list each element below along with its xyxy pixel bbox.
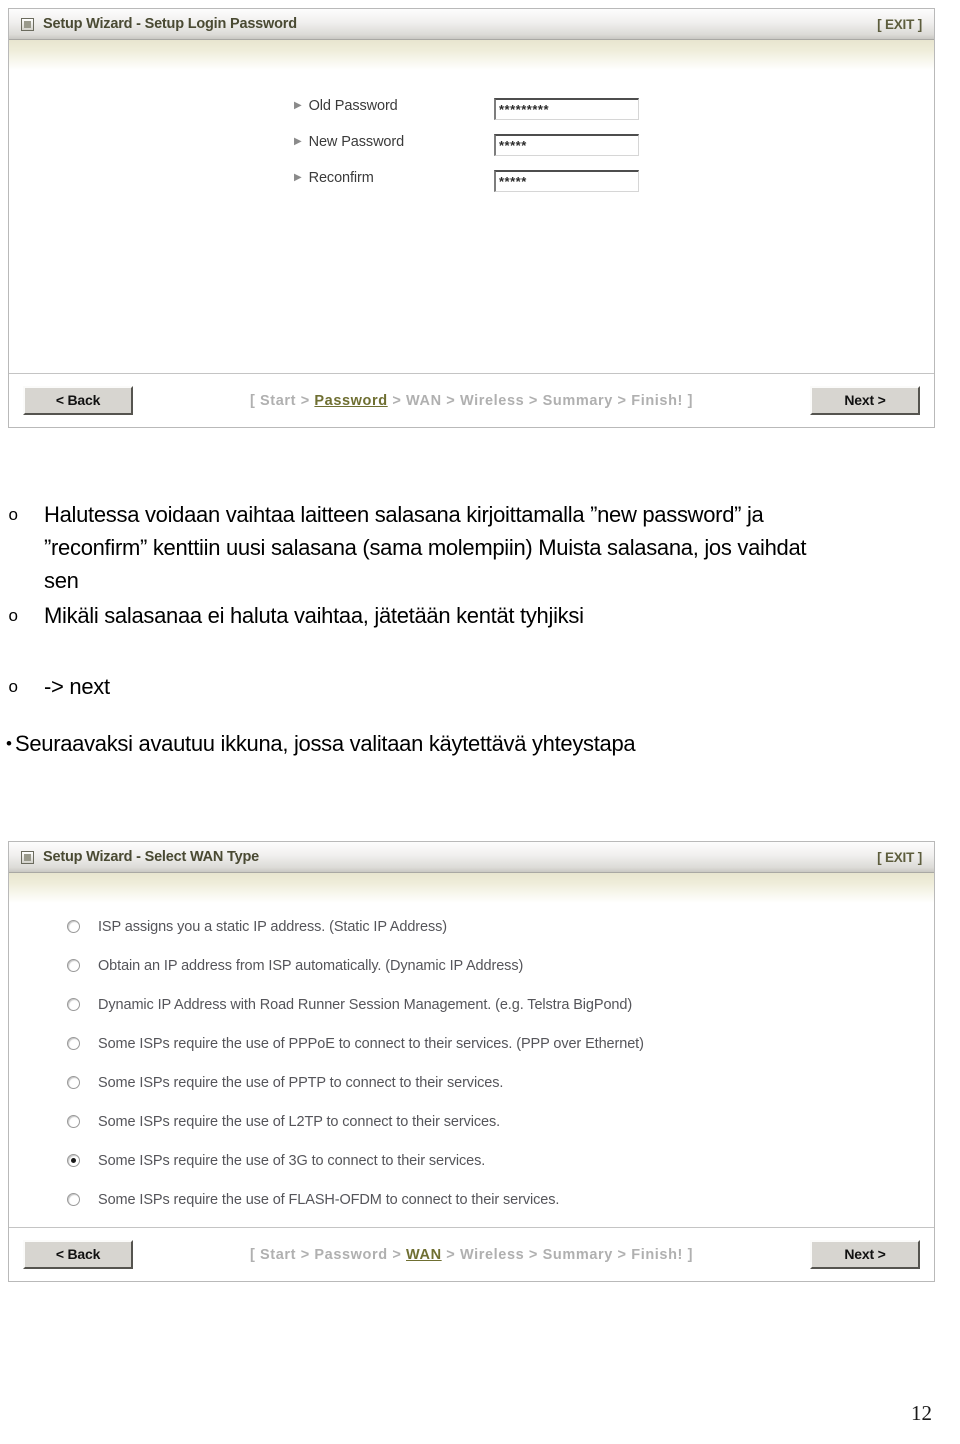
note-final: • Seuraavaksi avautuu ikkuna, jossa vali… [0, 727, 960, 760]
old-password-label: ▶ Old Password [294, 98, 494, 114]
wan-option-static-ip[interactable]: ISP assigns you a static IP address. (St… [9, 907, 934, 946]
wan-option-label: Some ISPs require the use of FLASH-OFDM … [98, 1191, 560, 1208]
wan-option-pptp[interactable]: Some ISPs require the use of PPTP to con… [9, 1063, 934, 1102]
panel-accent-band [9, 873, 934, 903]
breadcrumb: [ Start > Password > WAN > Wireless > Su… [133, 393, 810, 409]
radio-icon[interactable] [67, 1115, 80, 1128]
radio-icon[interactable] [67, 920, 80, 933]
back-button[interactable]: < Back [23, 386, 133, 415]
old-password-label-text: Old Password [308, 98, 398, 114]
breadcrumb-active-step[interactable]: Password [314, 393, 387, 409]
new-password-label: ▶ New Password [294, 134, 494, 150]
circle-bullet-icon: o [8, 677, 18, 696]
breadcrumb-active-step[interactable]: WAN [406, 1247, 442, 1263]
exit-link[interactable]: [ EXIT ] [877, 850, 922, 865]
wan-option-flash-ofdm[interactable]: Some ISPs require the use of FLASH-OFDM … [9, 1180, 934, 1219]
note-spacer [0, 634, 960, 670]
radio-icon-selected[interactable] [67, 1154, 80, 1167]
breadcrumb-suffix: > Wireless > Summary > Finish! ] [441, 1246, 694, 1263]
arrow-right-icon: ▶ [294, 172, 302, 183]
wan-option-label: ISP assigns you a static IP address. (St… [98, 918, 448, 935]
next-button[interactable]: Next > [810, 1240, 920, 1269]
reconfirm-input[interactable]: ***** [494, 170, 639, 192]
back-button[interactable]: < Back [23, 1240, 133, 1269]
password-form: ▶ Old Password ********* ▶ New Password … [9, 70, 934, 206]
panel-body: ▶ Old Password ********* ▶ New Password … [9, 70, 934, 373]
wan-option-label: Some ISPs require the use of PPTP to con… [98, 1074, 504, 1091]
radio-icon[interactable] [67, 1076, 80, 1089]
panel-title: Setup Wizard - Setup Login Password [43, 16, 297, 32]
window-box-icon [21, 17, 34, 31]
note-item: o Halutessa voidaan vaihtaa laitteen sal… [0, 498, 960, 597]
note-text: -> next [44, 674, 110, 699]
panel-body: ISP assigns you a static IP address. (St… [9, 903, 934, 1227]
note-item: o Mikäli salasanaa ei haluta vaihtaa, jä… [0, 599, 960, 632]
wan-option-label: Dynamic IP Address with Road Runner Sess… [98, 996, 633, 1013]
setup-wizard-password-panel: Setup Wizard - Setup Login Password [ EX… [8, 8, 935, 428]
circle-bullet-icon: o [8, 505, 18, 524]
note-item: o -> next [0, 670, 960, 703]
arrow-right-icon: ▶ [294, 136, 302, 147]
radio-icon[interactable] [67, 998, 80, 1011]
panel-titlebar: Setup Wizard - Setup Login Password [ EX… [9, 9, 934, 40]
wan-option-label: Obtain an IP address from ISP automatica… [98, 957, 524, 974]
radio-icon[interactable] [67, 1037, 80, 1050]
wan-type-radio-group: ISP assigns you a static IP address. (St… [9, 903, 934, 1227]
circle-bullet-icon: o [8, 606, 18, 625]
panel-title: Setup Wizard - Select WAN Type [43, 849, 259, 865]
radio-icon[interactable] [67, 1193, 80, 1206]
notes-section: o Halutessa voidaan vaihtaa laitteen sal… [0, 498, 960, 760]
note-text: Halutessa voidaan vaihtaa laitteen salas… [44, 502, 807, 593]
wan-option-dynamic-ip[interactable]: Obtain an IP address from ISP automatica… [9, 946, 934, 985]
note-text: Mikäli salasanaa ei haluta vaihtaa, jäte… [44, 603, 584, 628]
panel-footer: < Back [ Start > Password > WAN > Wirele… [9, 1227, 934, 1281]
next-button[interactable]: Next > [810, 386, 920, 415]
breadcrumb: [ Start > Password > WAN > Wireless > Su… [133, 1247, 810, 1263]
form-row-reconfirm: ▶ Reconfirm ***** [9, 170, 934, 206]
new-password-input[interactable]: ***** [494, 134, 639, 156]
reconfirm-label-text: Reconfirm [308, 170, 374, 186]
old-password-input[interactable]: ********* [494, 98, 639, 120]
breadcrumb-prefix: [ Start > Password > [249, 1246, 407, 1263]
new-password-label-text: New Password [308, 134, 405, 150]
breadcrumb-suffix: > WAN > Wireless > Summary > Finish! ] [387, 392, 694, 409]
page-number: 12 [911, 1401, 932, 1425]
wan-option-l2tp[interactable]: Some ISPs require the use of L2TP to con… [9, 1102, 934, 1141]
reconfirm-label: ▶ Reconfirm [294, 170, 494, 186]
exit-link[interactable]: [ EXIT ] [877, 17, 922, 32]
wan-option-label: Some ISPs require the use of PPPoE to co… [98, 1035, 644, 1052]
setup-wizard-wan-panel: Setup Wizard - Select WAN Type [ EXIT ] … [8, 841, 935, 1282]
wan-option-road-runner[interactable]: Dynamic IP Address with Road Runner Sess… [9, 985, 934, 1024]
form-row-new-password: ▶ New Password ***** [9, 134, 934, 170]
arrow-right-icon: ▶ [294, 100, 302, 111]
wan-option-label: Some ISPs require the use of L2TP to con… [98, 1113, 501, 1130]
form-row-old-password: ▶ Old Password ********* [9, 98, 934, 134]
wan-option-label: Some ISPs require the use of 3G to conne… [98, 1152, 486, 1169]
dot-bullet-icon: • [6, 734, 12, 753]
breadcrumb-prefix: [ Start > [249, 392, 315, 409]
panel-accent-band [9, 40, 934, 70]
wan-option-pppoe[interactable]: Some ISPs require the use of PPPoE to co… [9, 1024, 934, 1063]
window-box-icon [21, 850, 34, 864]
note-final-text: Seuraavaksi avautuu ikkuna, jossa valita… [14, 731, 636, 756]
wan-option-3g[interactable]: Some ISPs require the use of 3G to conne… [9, 1141, 934, 1180]
panel-footer: < Back [ Start > Password > WAN > Wirele… [9, 373, 934, 427]
panel-titlebar: Setup Wizard - Select WAN Type [ EXIT ] [9, 842, 934, 873]
radio-icon[interactable] [67, 959, 80, 972]
